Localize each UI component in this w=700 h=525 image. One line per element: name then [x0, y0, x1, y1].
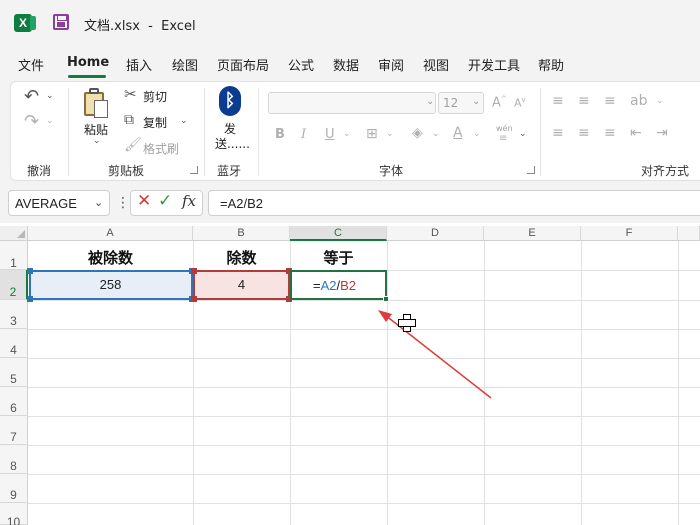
- annotation-arrow-head: [378, 310, 392, 322]
- move-cursor-icon: [398, 314, 416, 332]
- annotation-arrow: [378, 310, 492, 399]
